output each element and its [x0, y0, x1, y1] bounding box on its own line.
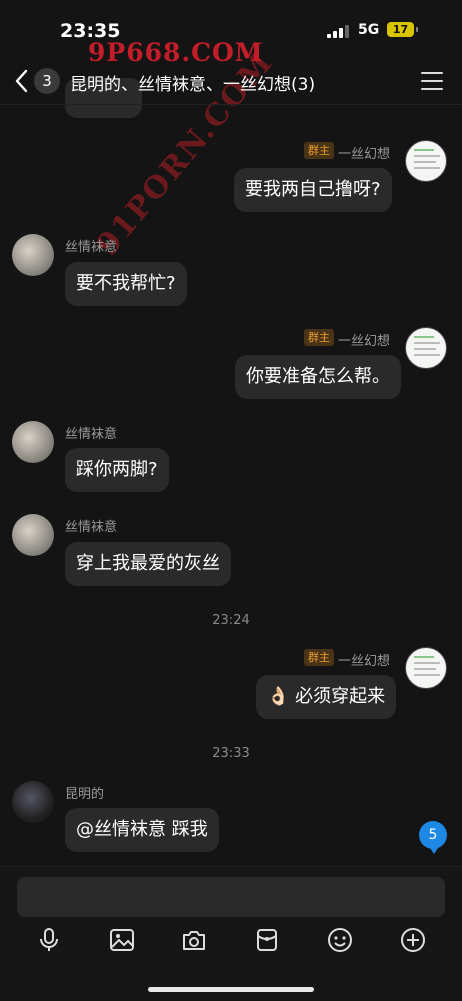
- back-arrow-icon[interactable]: [12, 68, 34, 94]
- avatar[interactable]: [405, 647, 447, 689]
- avatar[interactable]: [405, 327, 447, 369]
- back-unread-badge[interactable]: 3: [34, 68, 60, 94]
- menu-icon[interactable]: [421, 72, 443, 90]
- mic-icon[interactable]: [36, 927, 62, 953]
- avatar[interactable]: [12, 421, 54, 463]
- plus-icon[interactable]: [400, 927, 426, 953]
- sender-name: 昆明的: [65, 787, 105, 802]
- camera-icon[interactable]: [181, 927, 207, 953]
- owner-badge: 群主: [304, 142, 334, 159]
- sender-name: 丝情袜意: [65, 520, 118, 535]
- sender-name: 一丝幻想: [338, 147, 391, 162]
- battery-icon: 17: [387, 22, 418, 37]
- message-bubble[interactable]: @丝情袜意 踩我: [65, 808, 219, 852]
- message-bubble[interactable]: 👌🏻 必须穿起来: [256, 675, 397, 719]
- message-timestamp: 23:33: [212, 746, 250, 761]
- message-bubble[interactable]: 要我两自己撸呀?: [234, 168, 392, 212]
- message-input[interactable]: [17, 877, 445, 917]
- sender-name: 一丝幻想: [338, 334, 391, 349]
- avatar[interactable]: [12, 234, 54, 276]
- message-bubble[interactable]: 踩你两脚?: [65, 448, 169, 492]
- emoji-icon[interactable]: [327, 927, 353, 953]
- avatar[interactable]: [12, 514, 54, 556]
- image-icon[interactable]: [109, 927, 135, 953]
- signal-icon: [327, 25, 349, 38]
- network-label: 5G: [358, 22, 380, 38]
- message-bubble[interactable]: 穿上我最爱的灰丝: [65, 542, 231, 586]
- home-indicator: [148, 987, 314, 992]
- input-panel: [0, 866, 462, 1001]
- owner-badge: 群主: [304, 649, 334, 666]
- sender-name: 丝情袜意: [65, 427, 118, 442]
- chat-title[interactable]: 昆明的、丝情袜意、一丝幻想(3): [70, 70, 315, 95]
- chat-header: 3 昆明的、丝情袜意、一丝幻想(3): [0, 58, 462, 105]
- avatar[interactable]: [12, 781, 54, 823]
- new-message-badge[interactable]: 5: [419, 821, 447, 854]
- avatar[interactable]: [405, 140, 447, 182]
- sender-name: 一丝幻想: [338, 654, 391, 669]
- message-bubble[interactable]: 你要准备怎么帮。: [235, 355, 401, 399]
- message-bubble[interactable]: 要不我帮忙?: [65, 262, 187, 306]
- owner-badge: 群主: [304, 329, 334, 346]
- red-packet-icon[interactable]: [254, 927, 280, 953]
- message-timestamp: 23:24: [212, 613, 250, 628]
- sender-name: 丝情袜意: [65, 240, 118, 255]
